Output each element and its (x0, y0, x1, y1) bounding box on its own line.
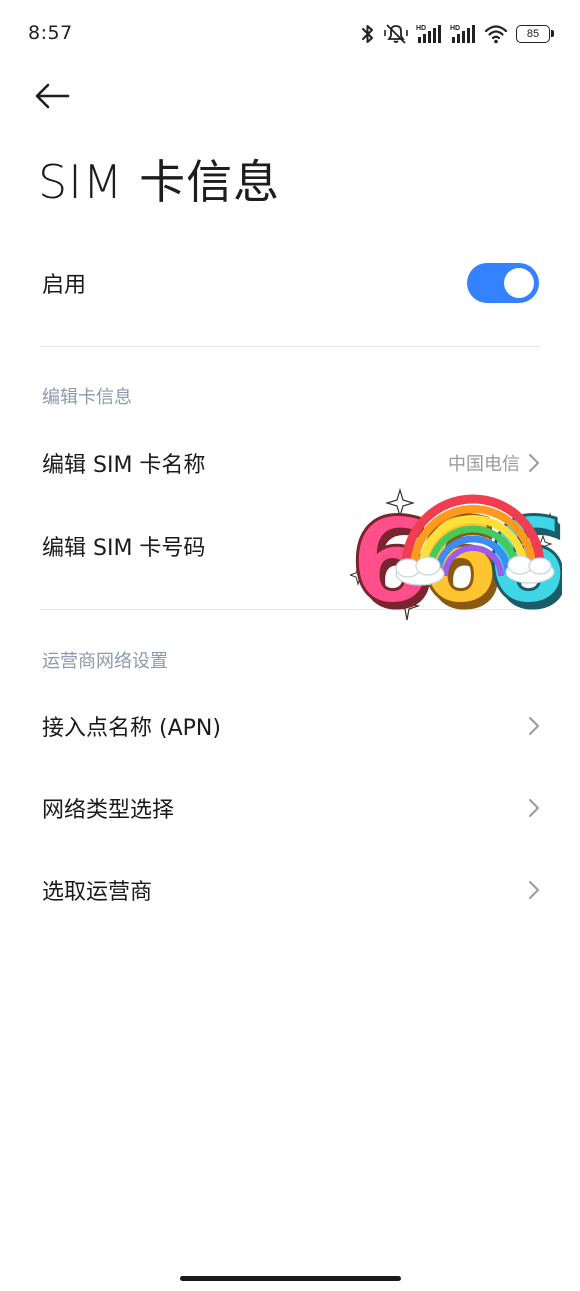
divider (40, 346, 540, 347)
bluetooth-icon (360, 23, 376, 45)
chevron-right-icon (529, 881, 539, 899)
back-button[interactable] (34, 76, 82, 116)
hd-signal-icon: HD (450, 23, 476, 45)
page-title: SIM 卡信息 (38, 155, 281, 209)
toggle-knob (504, 268, 534, 298)
enable-label: 启用 (42, 273, 87, 298)
sim-name-value: 中国电信 (448, 454, 520, 475)
select-carrier-label: 选取运营商 (42, 880, 153, 905)
edit-sim-number-label: 编辑 SIM 卡号码 (42, 536, 206, 561)
enable-toggle[interactable] (467, 263, 539, 303)
battery-level: 85 (526, 28, 540, 40)
svg-text:HD: HD (416, 25, 426, 32)
edit-sim-name-right: 中国电信 (448, 450, 540, 476)
apn-label: 接入点名称 (APN) (42, 716, 221, 741)
section-header-edit: 编辑卡信息 (42, 387, 132, 408)
status-icons: HD HD 85 (360, 22, 554, 46)
chevron-right-icon (529, 717, 539, 735)
enable-row[interactable]: 启用 (0, 254, 580, 312)
home-indicator[interactable] (180, 1276, 401, 1281)
apn-right (528, 716, 540, 736)
edit-sim-name-row[interactable]: 编辑 SIM 卡名称 中国电信 (0, 436, 580, 490)
mute-vibrate-icon (384, 23, 408, 45)
status-bar: 8:57 HD HD 85 (0, 0, 580, 66)
wifi-icon (484, 24, 508, 44)
svg-text:HD: HD (450, 25, 460, 32)
select-carrier-row[interactable]: 选取运营商 (0, 863, 580, 917)
sticker-666: 6 6 6 6 6 6 (348, 487, 572, 636)
arrow-left-icon (35, 83, 70, 109)
network-type-label: 网络类型选择 (42, 798, 175, 823)
network-type-right (528, 798, 540, 818)
chevron-right-icon (529, 799, 539, 817)
battery-icon: 85 (516, 25, 554, 43)
status-time: 8:57 (28, 22, 73, 44)
section-header-network: 运营商网络设置 (42, 651, 168, 672)
edit-sim-name-label: 编辑 SIM 卡名称 (42, 453, 206, 478)
apn-row[interactable]: 接入点名称 (APN) (0, 699, 580, 753)
network-type-row[interactable]: 网络类型选择 (0, 781, 580, 835)
select-carrier-right (528, 880, 540, 900)
hd-signal-icon: HD (416, 23, 442, 45)
chevron-right-icon (529, 454, 539, 472)
